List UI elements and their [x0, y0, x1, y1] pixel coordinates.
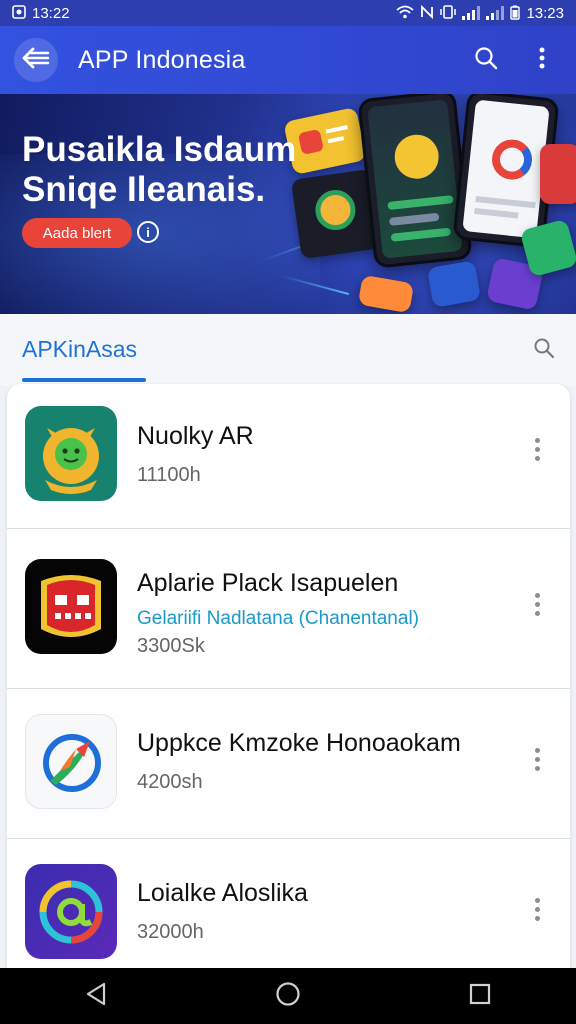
monster-face-icon: [25, 406, 117, 501]
nav-back-button[interactable]: [66, 972, 126, 1020]
app-list: Nuolky AR 11100h Aplarie Plack Isapuelen…: [7, 384, 570, 974]
notification-icon: [12, 5, 26, 21]
back-triangle-icon: [85, 982, 107, 1011]
list-item[interactable]: Loialke Aloslika 32000h: [7, 839, 570, 974]
signal-icon: [462, 6, 481, 20]
app-bar: APP Indonesia: [0, 26, 576, 94]
nav-recents-button[interactable]: [450, 972, 510, 1020]
item-more-button[interactable]: [522, 739, 552, 779]
status-time-left: 13:22: [32, 4, 70, 22]
system-nav-bar: [0, 968, 576, 1024]
home-circle-icon: [275, 981, 301, 1012]
status-bar: 13:22 13:23: [0, 0, 576, 26]
back-arrow-icon: [22, 47, 50, 74]
app-tile-illustration: [426, 260, 482, 308]
vibrate-icon: [440, 5, 457, 21]
app-title: Aplarie Plack Isapuelen: [137, 569, 399, 597]
nfc-icon: [420, 4, 434, 21]
list-search-button[interactable]: [528, 334, 560, 366]
signal-icon-2: [486, 6, 505, 20]
app-subtitle: Gelariifi Nadlatana (Chanentanal): [137, 608, 419, 629]
promo-banner[interactable]: Pusaikla Isdaum Sniqe Ileanais. Aada ble…: [0, 94, 576, 314]
search-icon: [533, 337, 555, 364]
app-title: Nuolky AR: [137, 422, 254, 450]
app-size: 3300Sk: [137, 635, 205, 657]
phone-illustration: [357, 94, 473, 269]
tab-bar: APKinAsas: [0, 314, 576, 386]
banner-action-button[interactable]: Aada blert: [22, 218, 132, 248]
back-button[interactable]: [14, 38, 58, 82]
item-more-button[interactable]: [522, 429, 552, 469]
list-item[interactable]: Aplarie Plack Isapuelen Gelariifi Nadlat…: [7, 529, 570, 689]
battery-icon: [510, 5, 521, 22]
compass-arrow-icon: [25, 714, 117, 809]
tab-active-indicator: [22, 378, 146, 382]
item-more-button[interactable]: [522, 889, 552, 929]
item-more-button[interactable]: [522, 584, 552, 624]
app-title: APP Indonesia: [78, 45, 246, 74]
robot-face-icon: [25, 559, 117, 654]
wifi-icon: [396, 5, 415, 21]
tab-apk[interactable]: APKinAsas: [22, 336, 137, 363]
nav-home-button[interactable]: [258, 972, 318, 1020]
search-icon: [474, 46, 498, 75]
app-title: Uppkce Kmzoke Honoaokam: [137, 729, 461, 757]
app-tile-illustration: [357, 274, 415, 314]
list-item[interactable]: Nuolky AR 11100h: [7, 384, 570, 529]
app-tile-illustration: [540, 144, 576, 204]
app-size: 11100h: [137, 464, 201, 486]
search-button[interactable]: [464, 38, 508, 82]
app-size: 32000h: [137, 921, 204, 943]
app-size: 4200sh: [137, 771, 203, 793]
app-title: Loialke Aloslika: [137, 879, 308, 907]
info-icon[interactable]: i: [137, 221, 159, 243]
more-options-button[interactable]: [520, 38, 564, 82]
status-time-right: 13:23: [526, 4, 564, 22]
recents-square-icon: [469, 983, 491, 1010]
at-sign-icon: [25, 864, 117, 959]
more-vert-icon: [539, 47, 545, 74]
list-item[interactable]: Uppkce Kmzoke Honoaokam 4200sh: [7, 689, 570, 839]
banner-title: Pusaikla Isdaum Sniqe Ileanais.: [22, 130, 297, 209]
